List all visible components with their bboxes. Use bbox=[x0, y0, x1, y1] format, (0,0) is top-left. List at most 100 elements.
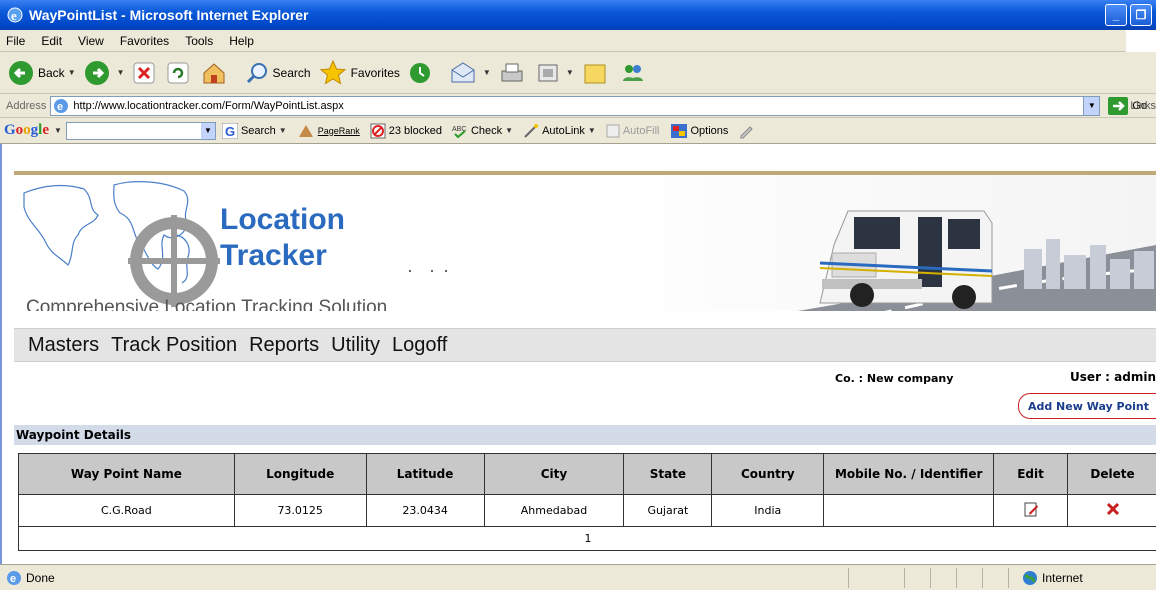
search-label: Search bbox=[272, 65, 311, 80]
nav-track-position[interactable]: Track Position bbox=[111, 334, 237, 357]
popup-blocker-button[interactable]: 23 blocked bbox=[370, 123, 442, 139]
refresh-icon bbox=[167, 62, 189, 83]
company-label: Co. : New company bbox=[835, 372, 954, 385]
col-header-mobile: Mobile No. / Identifier bbox=[823, 453, 995, 495]
user-label: User : admin bbox=[1070, 370, 1156, 384]
back-arrow-icon bbox=[9, 60, 33, 85]
address-bar: Address e http://www.locationtracker.com… bbox=[0, 94, 1156, 118]
autofill-icon bbox=[606, 124, 620, 137]
google-toolbar: Google ▼ ▼ G Search ▼ PageRank 23 blocked… bbox=[0, 118, 1156, 144]
svg-text:G: G bbox=[225, 124, 235, 139]
chevron-down-icon[interactable]: ▼ bbox=[1083, 96, 1100, 115]
nav-utility[interactable]: Utility bbox=[331, 334, 380, 357]
delete-icon[interactable] bbox=[1106, 502, 1120, 516]
autolink-button[interactable]: AutoLink ▼ bbox=[523, 123, 596, 139]
maximize-button[interactable]: ❐ bbox=[1130, 4, 1152, 26]
cell-city: Ahmedabad bbox=[483, 494, 625, 527]
chevron-down-icon[interactable]: ▼ bbox=[200, 122, 215, 139]
edit-page-button[interactable]: ▼ bbox=[537, 62, 574, 84]
address-input[interactable]: e http://www.locationtracker.com/Form/Wa… bbox=[50, 95, 1101, 116]
favorites-label: Favorites bbox=[350, 65, 400, 80]
popup-blocked-icon bbox=[370, 123, 386, 138]
col-header-country: Country bbox=[711, 453, 825, 495]
blocked-count: 23 blocked bbox=[388, 124, 442, 137]
google-search-label: Search bbox=[240, 124, 276, 137]
menu-view[interactable]: View bbox=[78, 34, 104, 48]
mail-icon bbox=[451, 61, 475, 82]
stop-button[interactable] bbox=[133, 62, 159, 84]
edit-page-icon bbox=[538, 64, 558, 81]
site-nav: Masters Track Position Reports Utility L… bbox=[14, 328, 1156, 362]
address-label: Address bbox=[6, 99, 47, 112]
col-header-city: City bbox=[483, 453, 625, 495]
page-done-icon: e bbox=[7, 570, 21, 585]
nav-masters[interactable]: Masters bbox=[28, 334, 99, 357]
forward-button[interactable]: ▼ bbox=[84, 60, 125, 86]
mail-button[interactable]: ▼ bbox=[450, 61, 491, 85]
autofill-label: AutoFill bbox=[622, 124, 660, 137]
menu-tools[interactable]: Tools bbox=[185, 34, 213, 48]
menu-edit[interactable]: Edit bbox=[41, 34, 62, 48]
print-icon bbox=[501, 63, 523, 81]
discuss-button[interactable] bbox=[582, 61, 612, 85]
window-title-bar: e WayPointList - Microsoft Internet Expl… bbox=[0, 0, 1156, 30]
home-icon bbox=[203, 62, 225, 83]
autolink-label: AutoLink bbox=[542, 124, 585, 137]
cell-country: India bbox=[711, 494, 825, 527]
waypoint-table: Way Point Name Longitude Latitude City S… bbox=[18, 453, 1156, 551]
home-button[interactable] bbox=[201, 61, 231, 85]
messenger-button[interactable] bbox=[620, 61, 650, 85]
stop-icon bbox=[133, 62, 155, 83]
pagerank-label: PageRank bbox=[317, 125, 360, 136]
status-text: Done bbox=[26, 570, 55, 585]
back-label: Back bbox=[38, 65, 65, 80]
options-button[interactable]: Options bbox=[670, 123, 729, 139]
col-header-delete: Delete bbox=[1067, 453, 1156, 495]
autofill-button[interactable]: AutoFill bbox=[606, 124, 660, 138]
pencil-icon bbox=[740, 125, 754, 138]
cell-name: C.G.Road bbox=[18, 494, 235, 527]
options-icon bbox=[670, 123, 687, 138]
options-label: Options bbox=[690, 124, 729, 137]
edit-icon[interactable] bbox=[1023, 501, 1039, 517]
nav-logoff[interactable]: Logoff bbox=[392, 334, 447, 357]
highlighter-button[interactable] bbox=[738, 123, 757, 139]
pager-page-link[interactable]: 1 bbox=[18, 526, 1156, 551]
google-logo[interactable]: Google bbox=[4, 122, 49, 139]
site-header: Location Tracker Comprehensive Location … bbox=[14, 171, 1156, 311]
google-search-button[interactable]: G Search ▼ bbox=[221, 122, 287, 139]
pager-row: 1 bbox=[18, 526, 1156, 551]
cell-delete bbox=[1067, 494, 1156, 527]
window-title: WayPointList - Microsoft Internet Explor… bbox=[29, 7, 309, 23]
status-bar: e Done Internet bbox=[0, 564, 1156, 590]
minimize-button[interactable]: _ bbox=[1105, 4, 1127, 26]
history-icon bbox=[409, 62, 430, 83]
menu-file[interactable]: File bbox=[6, 34, 25, 48]
print-button[interactable] bbox=[499, 61, 529, 85]
col-header-latitude: Latitude bbox=[365, 453, 485, 495]
pagerank-button[interactable]: PageRank bbox=[297, 123, 360, 139]
google-g-icon: G bbox=[221, 122, 238, 139]
cell-mobile bbox=[823, 494, 995, 527]
history-button[interactable] bbox=[408, 61, 436, 85]
add-waypoint-button[interactable]: Add New Way Point bbox=[1018, 393, 1156, 419]
browser-toolbar: Back ▼ ▼ Search Favorites ▼ ▼ bbox=[0, 52, 1156, 94]
menu-favorites[interactable]: Favorites bbox=[120, 34, 169, 48]
refresh-button[interactable] bbox=[167, 62, 193, 84]
security-zone-label: Internet bbox=[1042, 570, 1083, 585]
folder-icon bbox=[584, 64, 606, 83]
favorites-button[interactable]: Favorites bbox=[319, 59, 400, 86]
menu-help[interactable]: Help bbox=[229, 34, 254, 48]
cell-edit bbox=[993, 494, 1068, 527]
internet-globe-icon bbox=[1023, 571, 1037, 585]
spellcheck-button[interactable]: ABC Check ▼ bbox=[452, 123, 513, 139]
table-header-row: Way Point Name Longitude Latitude City S… bbox=[18, 453, 1156, 495]
back-button[interactable]: Back ▼ bbox=[8, 60, 76, 86]
check-label: Check bbox=[470, 124, 503, 137]
search-button[interactable]: Search bbox=[245, 61, 311, 85]
nav-reports[interactable]: Reports bbox=[249, 334, 319, 357]
favorites-star-icon bbox=[319, 59, 346, 85]
forward-arrow-icon bbox=[84, 60, 109, 85]
google-search-input[interactable]: ▼ bbox=[65, 121, 216, 140]
links-label[interactable]: Links bbox=[1130, 100, 1156, 112]
